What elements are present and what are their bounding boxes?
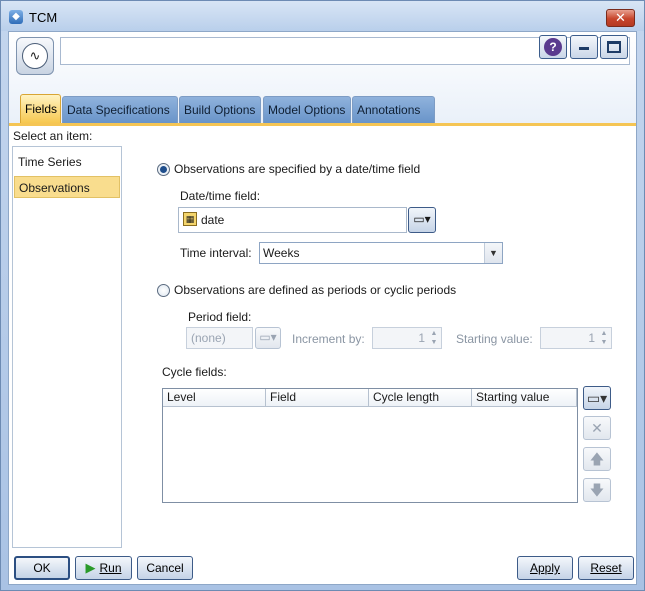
move-down-button[interactable]: 🡇 [583, 478, 611, 502]
tab-underline [9, 123, 636, 126]
periods-radio[interactable] [157, 284, 170, 297]
run-button-label: Run [99, 561, 122, 575]
column-header-starting-value[interactable]: Starting value [472, 389, 577, 407]
tab-fields[interactable]: Fields [20, 94, 61, 124]
period-field-picker-button[interactable]: ▭▾ [255, 327, 281, 349]
cycle-fields-table[interactable]: Level Field Cycle length Starting value [162, 388, 578, 503]
window-title: TCM [29, 10, 58, 25]
minimize-icon [579, 47, 589, 50]
ok-button[interactable]: OK [14, 556, 70, 580]
column-header-cycle-length[interactable]: Cycle length [369, 389, 472, 407]
select-item-label: Select an item: [13, 129, 93, 143]
minimize-button[interactable] [570, 35, 598, 59]
field-picker-icon: ▭▾ [413, 212, 431, 226]
apply-button[interactable]: Apply [517, 556, 573, 580]
arrow-up-icon: 🡅 [589, 451, 605, 467]
reset-button[interactable]: Reset [578, 556, 634, 580]
delete-cycle-field-button[interactable]: ✕ [583, 416, 611, 440]
header-band: ∿ ? Fields Data Specifications Build Opt… [9, 32, 636, 126]
list-item-observations[interactable]: Observations [14, 176, 120, 198]
title-bar[interactable]: ◆ TCM ✕ [1, 1, 644, 31]
time-interval-select[interactable]: Weeks ▼ [259, 242, 503, 264]
date-field-picker-button[interactable]: ▭▾ [408, 207, 436, 233]
help-icon: ? [544, 38, 562, 56]
date-field-option-label: Observations are specified by a date/tim… [174, 162, 421, 176]
help-button[interactable]: ? [539, 35, 567, 59]
starting-value-spinner[interactable]: 1 ▲ ▼ [540, 327, 612, 349]
maximize-button[interactable] [600, 35, 628, 59]
field-picker-icon: ▭▾ [586, 390, 608, 406]
cycle-fields-label: Cycle fields: [162, 365, 227, 379]
increment-label: Increment by: [292, 332, 365, 346]
spinner-arrows-icon[interactable]: ▲ ▼ [428, 329, 440, 347]
add-cycle-field-button[interactable]: ▭▾ [583, 386, 611, 410]
column-header-field[interactable]: Field [266, 389, 369, 407]
run-button[interactable]: ▶ Run [75, 556, 132, 580]
increment-value: 1 [418, 331, 425, 345]
cancel-button[interactable]: Cancel [137, 556, 193, 580]
periods-option-label: Observations are defined as periods or c… [174, 283, 457, 297]
time-interval-value: Weeks [263, 246, 300, 260]
tab-annotations[interactable]: Annotations [352, 96, 435, 123]
dialog-client-area: ∿ ? Fields Data Specifications Build Opt… [8, 31, 637, 585]
starting-value: 1 [588, 331, 595, 345]
date-time-field-input[interactable]: ▦ date [178, 207, 407, 233]
chevron-down-icon[interactable]: ▼ [484, 243, 502, 263]
reset-button-label: Reset [590, 561, 622, 575]
node-icon[interactable]: ∿ [16, 37, 54, 75]
apply-button-label: Apply [529, 561, 561, 575]
delete-x-icon: ✕ [591, 420, 603, 436]
list-item-time-series[interactable]: Time Series [14, 151, 120, 173]
date-field-type-icon: ▦ [183, 212, 197, 226]
dialog-window: ◆ TCM ✕ ∿ ? Fields Data Specifications B… [0, 0, 645, 591]
tab-model-options[interactable]: Model Options [263, 96, 351, 123]
close-button[interactable]: ✕ [606, 9, 635, 27]
maximize-icon [607, 41, 621, 53]
increment-spinner[interactable]: 1 ▲ ▼ [372, 327, 442, 349]
play-icon: ▶ [85, 560, 96, 575]
app-icon: ◆ [9, 10, 23, 24]
tab-data-specifications[interactable]: Data Specifications [62, 96, 178, 123]
date-time-field-label: Date/time field: [180, 189, 261, 203]
period-field-label: Period field: [188, 310, 252, 324]
spinner-arrows-icon[interactable]: ▲ ▼ [598, 329, 610, 347]
item-list: Time Series Observations [12, 146, 122, 548]
date-time-field-value: date [201, 213, 225, 227]
date-field-radio[interactable] [157, 163, 170, 176]
starting-value-label: Starting value: [456, 332, 533, 346]
field-picker-icon: ▭▾ [259, 330, 277, 344]
time-series-node-icon: ∿ [22, 43, 48, 69]
move-up-button[interactable]: 🡅 [583, 447, 611, 471]
column-header-level[interactable]: Level [163, 389, 266, 407]
tab-build-options[interactable]: Build Options [179, 96, 261, 123]
period-field-input[interactable]: (none) [186, 327, 253, 349]
time-interval-label: Time interval: [180, 246, 252, 260]
arrow-down-icon: 🡇 [589, 482, 605, 498]
